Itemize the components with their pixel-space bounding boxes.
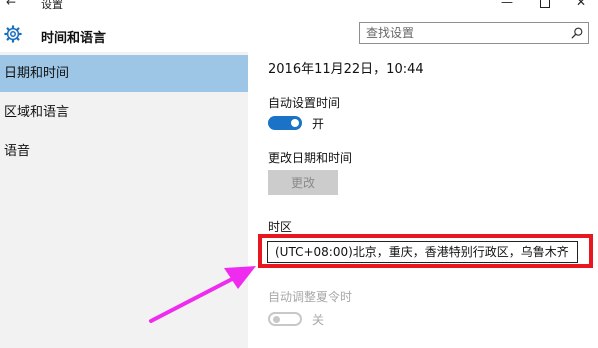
- gear-icon: [4, 25, 22, 43]
- auto-dst-label: 自动调整夏令时: [268, 290, 353, 304]
- sidebar: 日期和时间 区域和语言 语音: [0, 52, 248, 348]
- auto-time-toggle[interactable]: [268, 116, 302, 130]
- back-button[interactable]: ←: [6, 0, 16, 9]
- minimize-button[interactable]: —: [497, 0, 517, 9]
- settings-content: 2016年11月22日，10:44 自动设置时间 开 更改日期和时间 更改 时区…: [248, 52, 598, 348]
- sidebar-item-speech[interactable]: 语音: [0, 133, 248, 170]
- header: 时间和语言: [0, 12, 598, 52]
- page-title: 时间和语言: [41, 31, 107, 46]
- auto-dst-toggle[interactable]: [268, 312, 302, 326]
- sidebar-item-date-time[interactable]: 日期和时间: [0, 55, 248, 92]
- auto-dst-state: 关: [312, 313, 325, 327]
- search-icon[interactable]: [570, 26, 584, 40]
- auto-time-label: 自动设置时间: [268, 96, 341, 110]
- timezone-dropdown[interactable]: (UTC+08:00)北京，重庆，香港特别行政区，乌鲁木齐: [267, 241, 578, 263]
- search-input[interactable]: [366, 25, 556, 41]
- search-box[interactable]: [359, 22, 589, 44]
- sidebar-item-region-language[interactable]: 区域和语言: [0, 94, 248, 131]
- close-button[interactable]: ✕: [571, 0, 591, 9]
- current-datetime: 2016年11月22日，10:44: [268, 62, 424, 77]
- app-title: 设置: [41, 0, 63, 11]
- maximize-icon: [540, 0, 550, 8]
- change-datetime-label: 更改日期和时间: [268, 151, 353, 165]
- toggle-knob: [291, 119, 299, 127]
- change-datetime-button[interactable]: 更改: [268, 170, 338, 195]
- title-bar: ← 设置 — ✕: [0, 0, 598, 12]
- auto-time-state: 开: [312, 117, 325, 131]
- timezone-label: 时区: [268, 220, 293, 234]
- maximize-button[interactable]: [535, 0, 555, 11]
- toggle-knob: [273, 316, 280, 323]
